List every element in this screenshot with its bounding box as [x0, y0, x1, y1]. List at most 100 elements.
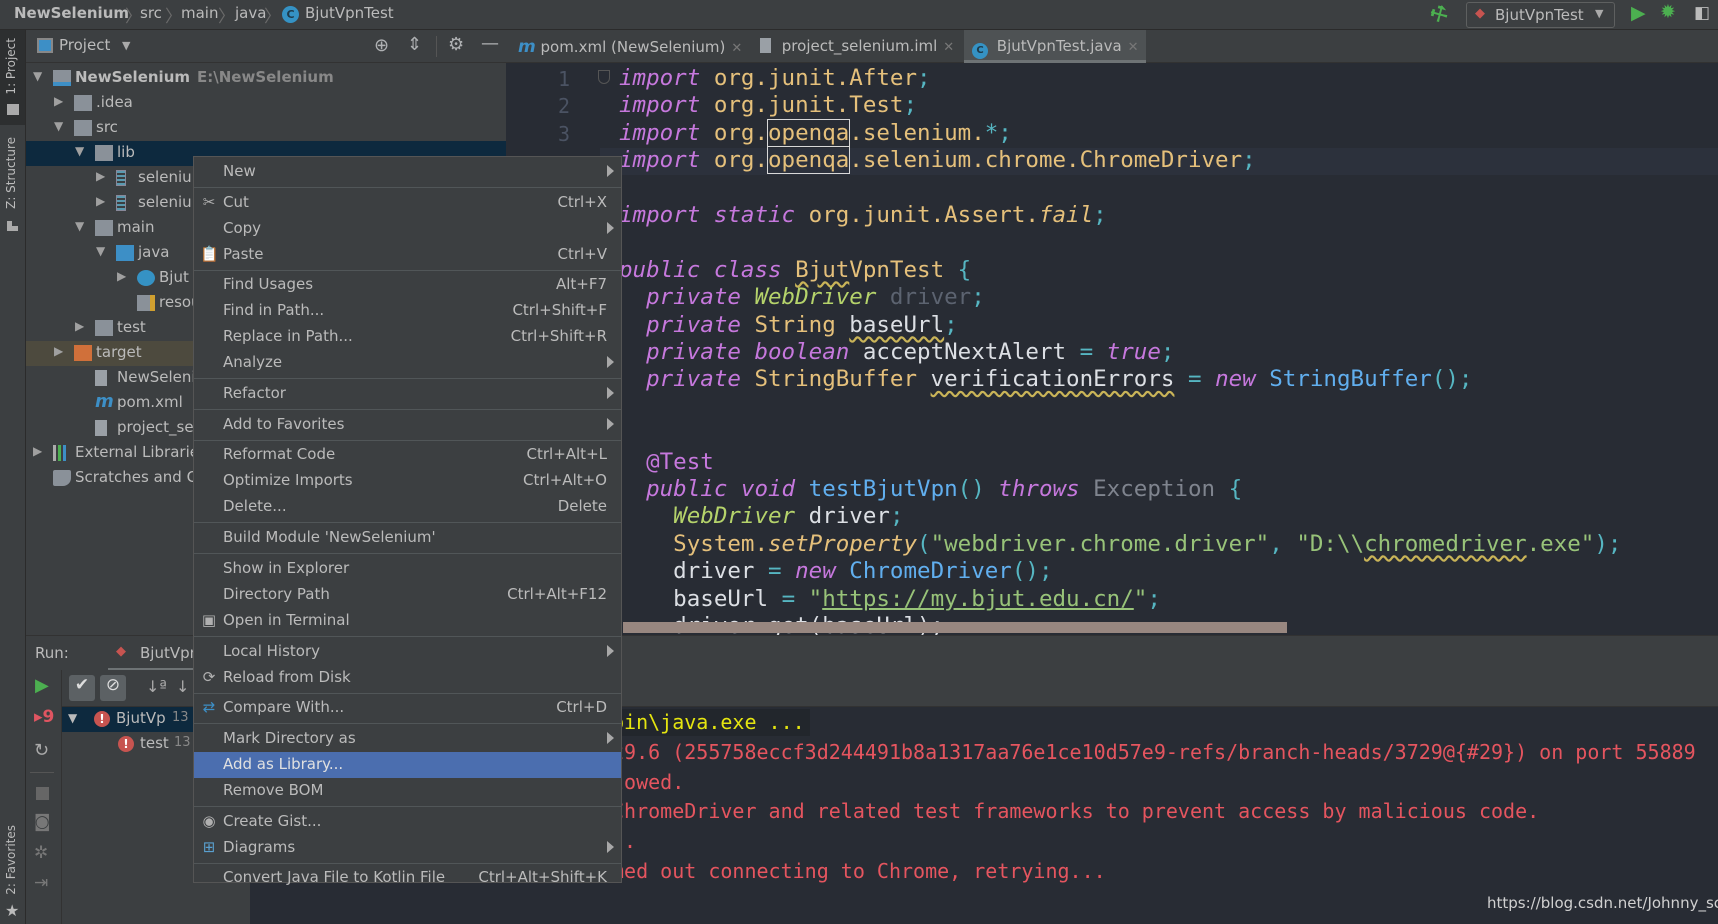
- expand-arrow-icon[interactable]: ▶: [33, 444, 42, 458]
- close-icon[interactable]: ✕: [943, 40, 954, 55]
- run-config-selector[interactable]: ◆ BjutVpnTest ▼: [1466, 2, 1615, 28]
- menu-item-remove-bom[interactable]: Remove BOM: [194, 778, 621, 804]
- expand-arrow-icon[interactable]: ▶: [96, 169, 105, 183]
- run-icon[interactable]: ▶: [1631, 2, 1646, 24]
- console-line: bin\java.exe ...: [612, 710, 805, 734]
- menu-item-convert-java-file-to-kotlin-file[interactable]: Convert Java File to Kotlin File Ctrl+Alt…: [194, 865, 621, 891]
- menu-item-open-in-terminal[interactable]: ▣ Open in Terminal: [194, 608, 621, 634]
- code-line: import static org.junit.Assert.fail;: [619, 202, 1107, 229]
- menu-item-add-to-favorites[interactable]: Add to Favorites: [194, 412, 621, 438]
- tree-item[interactable]: ▶ .idea: [26, 91, 506, 116]
- submenu-arrow-icon: [607, 731, 614, 744]
- menu-item-cut[interactable]: ✂ Cut Ctrl+X: [194, 190, 621, 216]
- collapse-arrow-icon[interactable]: ▼: [75, 219, 84, 233]
- code-token: ;: [917, 65, 931, 91]
- tree-item[interactable]: ▼ src: [26, 116, 506, 141]
- menu-item-show-in-explorer[interactable]: Show in Explorer: [194, 556, 621, 582]
- horizontal-scrollbar[interactable]: [623, 622, 1287, 633]
- code-token: ();: [1431, 366, 1473, 393]
- show-ignored-icon[interactable]: ⊘: [100, 675, 126, 701]
- close-icon[interactable]: ✕: [1128, 40, 1139, 55]
- menu-item-delete[interactable]: Delete... Delete: [194, 494, 621, 520]
- tree-item-label: NewSelenium: [75, 68, 191, 86]
- menu-item-new[interactable]: New: [194, 159, 621, 185]
- exit-icon[interactable]: ⇥: [34, 873, 48, 893]
- menu-item-add-as-library[interactable]: Add as Library...: [194, 751, 621, 778]
- breadcrumb-project[interactable]: NewSelenium: [14, 4, 129, 22]
- show-passed-check-icon[interactable]: ✔: [69, 675, 95, 701]
- tab-bjutvpntest-java[interactable]: C BjutVpnTest.java ✕: [964, 30, 1146, 63]
- toggle-auto-test-icon[interactable]: ↻: [34, 740, 49, 761]
- code-token: throws: [984, 476, 1080, 502]
- structure-tool-button[interactable]: Z: Structure: [0, 135, 25, 235]
- menu-item-copy[interactable]: Copy: [194, 216, 621, 242]
- favorites-tool-button[interactable]: 2: Favorites ★: [0, 825, 25, 924]
- coverage-icon[interactable]: ◧: [1694, 3, 1710, 23]
- submenu-arrow-icon: [607, 644, 614, 657]
- menu-item-find-in-path[interactable]: Find in Path... Ctrl+Shift+F: [194, 298, 621, 324]
- collapse-arrow-icon[interactable]: ▼: [33, 69, 42, 83]
- sort-duration-icon[interactable]: ↓: [176, 677, 189, 696]
- rerun-icon[interactable]: ▶: [35, 675, 49, 696]
- chevron-down-icon[interactable]: ▼: [122, 39, 130, 52]
- expand-arrow-icon[interactable]: ▶: [96, 194, 105, 208]
- breadcrumb-main[interactable]: main: [181, 4, 218, 22]
- tab-project-iml[interactable]: project_selenium.iml ✕: [760, 30, 964, 63]
- collapse-arrow-icon[interactable]: ▼: [75, 144, 84, 158]
- menu-item-label: Build Module 'NewSelenium': [223, 528, 436, 547]
- expand-arrow-icon[interactable]: ▼: [68, 711, 77, 725]
- menu-item-optimize-imports[interactable]: Optimize Imports Ctrl+Alt+O: [194, 468, 621, 494]
- menu-item-mark-directory-as[interactable]: Mark Directory as: [194, 726, 621, 752]
- stop-icon[interactable]: [36, 787, 49, 800]
- menu-item-reformat-code[interactable]: Reformat Code Ctrl+Alt+L: [194, 442, 621, 468]
- menu-item-label: Reformat Code: [223, 445, 336, 464]
- locate-crosshair-icon[interactable]: ⊕: [374, 35, 389, 56]
- fold-icon[interactable]: [598, 70, 610, 84]
- gear-icon[interactable]: ⚙: [448, 34, 464, 55]
- breadcrumb-java[interactable]: java: [235, 4, 266, 22]
- project-tool-button[interactable]: 1: Project: [0, 30, 25, 125]
- menu-item-shortcut: Ctrl+Alt+O: [523, 471, 607, 490]
- expand-arrow-icon[interactable]: ▶: [75, 319, 84, 333]
- code-token: org.: [700, 119, 769, 146]
- project-view-selector[interactable]: Project: [59, 36, 110, 54]
- menu-item-label: Open in Terminal: [223, 610, 350, 629]
- breadcrumb-src[interactable]: src: [140, 4, 162, 22]
- settings-bug-icon[interactable]: ✲: [34, 843, 48, 863]
- close-icon[interactable]: ✕: [731, 41, 742, 56]
- hide-minus-icon[interactable]: —: [481, 33, 499, 54]
- rerun-failed-icon[interactable]: ▸9: [34, 707, 54, 727]
- expand-arrow-icon[interactable]: ▶: [54, 344, 63, 358]
- menu-item-replace-in-path[interactable]: Replace in Path... Ctrl+Shift+R: [194, 324, 621, 350]
- menu-item-create-gist[interactable]: ◉ Create Gist...: [194, 809, 621, 835]
- collapse-arrow-icon[interactable]: ▼: [96, 244, 105, 258]
- console-line: lowed.: [612, 769, 685, 794]
- menu-item-reload-from-disk[interactable]: ⟳ Reload from Disk: [194, 665, 621, 691]
- camera-icon[interactable]: ◙: [34, 812, 51, 832]
- breadcrumb-class[interactable]: BjutVpnTest: [305, 4, 394, 22]
- menu-item-compare-with[interactable]: ⇄ Compare With... Ctrl+D: [194, 695, 621, 721]
- menu-item-paste[interactable]: 📋 Paste Ctrl+V: [194, 242, 621, 268]
- menu-item-diagrams[interactable]: ⊞ Diagrams: [194, 835, 621, 861]
- menu-item-analyze[interactable]: Analyze: [194, 350, 621, 376]
- menu-item-find-usages[interactable]: Find Usages Alt+F7: [194, 272, 621, 298]
- expand-arrow-icon[interactable]: ▶: [54, 94, 63, 108]
- build-hammer-icon[interactable]: ⚒: [1425, 0, 1453, 29]
- debug-bug-icon[interactable]: ✹: [1660, 1, 1676, 23]
- collapse-all-icon[interactable]: ⇕: [407, 34, 422, 55]
- tree-item-label: src: [96, 118, 118, 136]
- menu-item-build-module-newselenium[interactable]: Build Module 'NewSelenium': [194, 525, 621, 551]
- tree-item[interactable]: ▼ NewSelenium E:\NewSelenium: [26, 66, 506, 91]
- folder-icon: [95, 320, 113, 336]
- expand-arrow-icon[interactable]: ▶: [117, 269, 126, 283]
- tree-item-label: seleniu: [138, 193, 192, 211]
- menu-item-local-history[interactable]: Local History: [194, 639, 621, 665]
- sort-alpha-icon[interactable]: ↓ª: [146, 677, 167, 696]
- collapse-arrow-icon[interactable]: ▼: [54, 119, 63, 133]
- menu-item-directory-path[interactable]: Directory Path Ctrl+Alt+F12: [194, 582, 621, 608]
- menu-item-refactor[interactable]: Refactor: [194, 381, 621, 407]
- tab-pom-xml[interactable]: m pom.xml (NewSelenium) ✕: [518, 30, 745, 63]
- code-token: =: [768, 558, 796, 585]
- tree-item-text: test: [117, 318, 146, 336]
